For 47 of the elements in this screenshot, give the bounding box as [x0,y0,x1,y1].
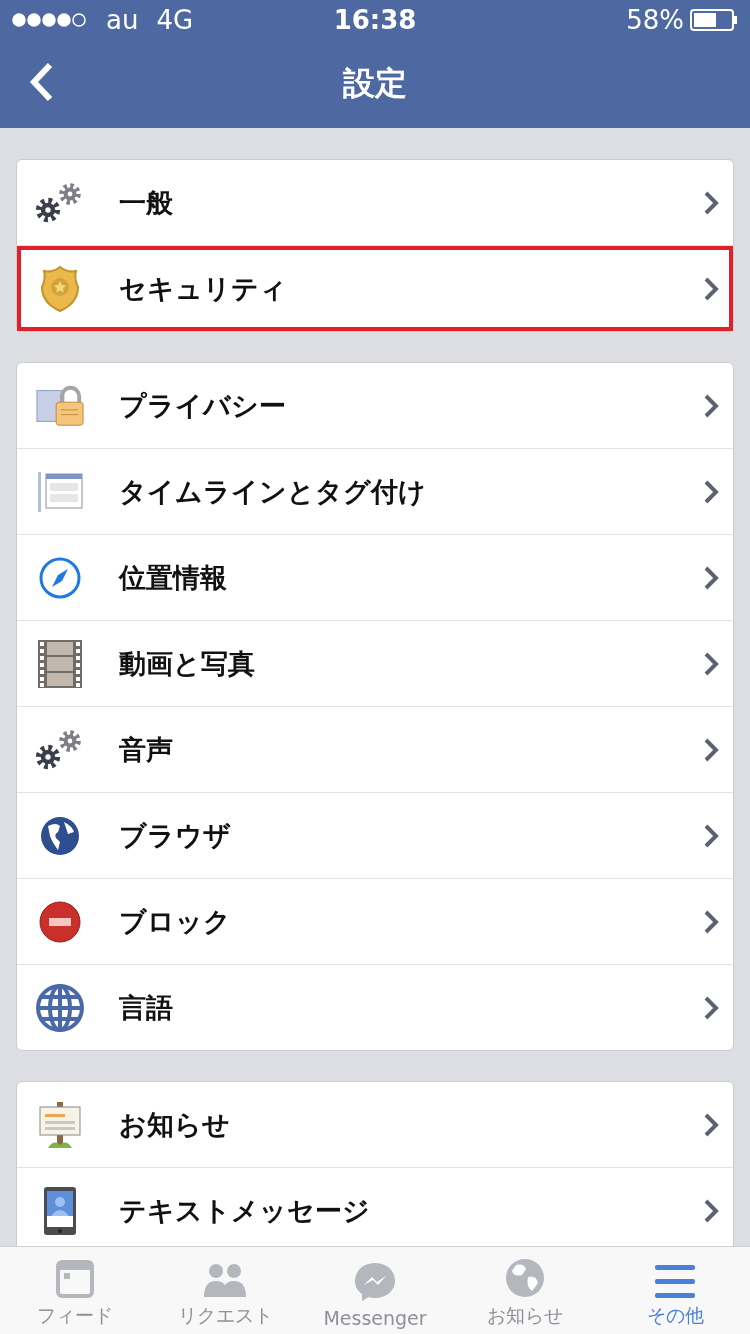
settings-row[interactable]: プライバシー [17,363,733,448]
globe-icon [40,815,80,856]
chevron-icon [703,994,719,1021]
clock: 16:38 [333,5,417,35]
settings-row[interactable]: 動画と写真 [17,620,733,706]
globe-icon [504,1257,546,1299]
phone-icon [43,1185,77,1236]
chevron-icon [703,392,719,419]
settings-row[interactable]: ブロック [17,878,733,964]
network-type: 4G [156,5,194,35]
settings-row[interactable]: 音声 [17,706,733,792]
carrier: au [106,5,139,35]
back-icon [28,62,54,102]
menu-icon [654,1263,696,1299]
chevron-icon [703,822,719,849]
chevron-icon [703,908,719,935]
no-entry-icon [39,900,81,943]
globe-icon [35,982,85,1033]
friends-icon [202,1261,248,1299]
battery-icon [690,9,738,31]
tab[interactable]: その他 [600,1247,750,1334]
messenger-icon [354,1261,396,1303]
settings-row[interactable]: お知らせ [17,1082,733,1167]
chevron-icon [703,564,719,591]
settings-row[interactable]: タイムラインとタグ付け [17,448,733,534]
screen-title: 設定 [343,63,407,104]
signboard-icon [38,1100,82,1149]
settings-row[interactable]: セキュリティ [17,245,733,331]
chevron-icon [703,1197,719,1224]
settings-row[interactable]: 一般 [17,160,733,245]
shield-icon [38,264,82,313]
chevron-icon [703,1111,719,1138]
compass-icon [38,555,82,600]
chevron-icon [703,650,719,677]
timeline-icon [36,469,84,514]
settings-row[interactable]: 言語 [17,964,733,1050]
settings-row[interactable]: 位置情報 [17,534,733,620]
film-strip-icon [37,638,83,689]
chevron-icon [703,275,719,302]
signal-icon [12,13,88,27]
feed-icon [55,1259,95,1299]
chevron-icon [703,478,719,505]
chevron-icon [703,189,719,216]
battery-percent: 58% [626,5,684,35]
padlock-icon [35,383,85,428]
settings-row[interactable]: ブラウザ [17,792,733,878]
chevron-icon [703,736,719,763]
